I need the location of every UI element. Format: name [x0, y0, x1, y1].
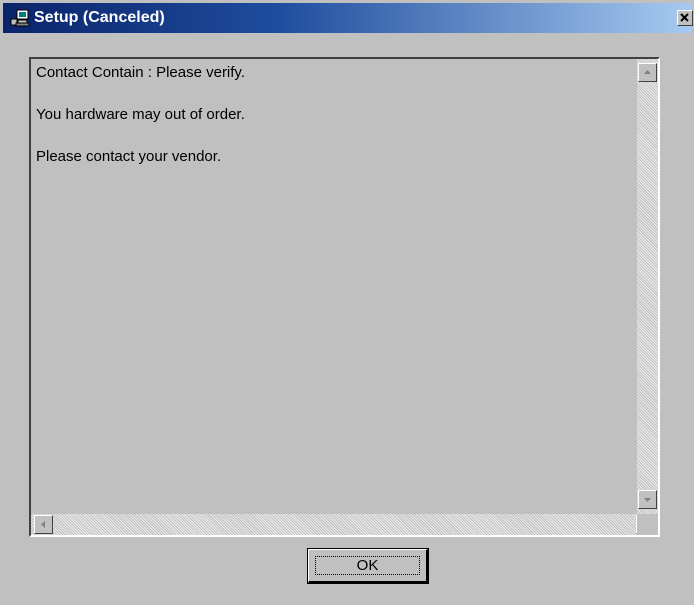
vertical-scrollbar[interactable] — [637, 59, 658, 514]
scroll-down-button[interactable] — [638, 490, 657, 509]
ok-button[interactable]: OK — [307, 548, 429, 584]
close-icon — [680, 13, 689, 22]
title-bar[interactable]: Setup (Canceled) — [3, 3, 693, 33]
close-button[interactable] — [677, 10, 693, 26]
scroll-down-arrow-icon — [644, 498, 651, 502]
scroll-up-button[interactable] — [638, 63, 657, 82]
setup-computer-icon — [10, 8, 30, 28]
scroll-left-button[interactable] — [34, 515, 53, 534]
horizontal-scrollbar[interactable] — [31, 514, 655, 535]
message-line: Contact Contain : Please verify. — [36, 64, 245, 81]
message-panel: Contact Contain : Please verify. You har… — [29, 57, 660, 537]
scroll-left-arrow-icon — [41, 521, 45, 528]
ok-button-label: OK — [315, 556, 420, 575]
window-title: Setup (Canceled) — [34, 9, 165, 26]
message-line: You hardware may out of order. — [36, 106, 245, 123]
scrollbar-corner — [637, 514, 658, 535]
setup-dialog: Setup (Canceled) Contact Contain : Pleas… — [0, 0, 694, 605]
message-line: Please contact your vendor. — [36, 148, 222, 165]
scroll-up-arrow-icon — [644, 70, 651, 74]
message-text-area[interactable]: Contact Contain : Please verify. You har… — [33, 62, 653, 506]
